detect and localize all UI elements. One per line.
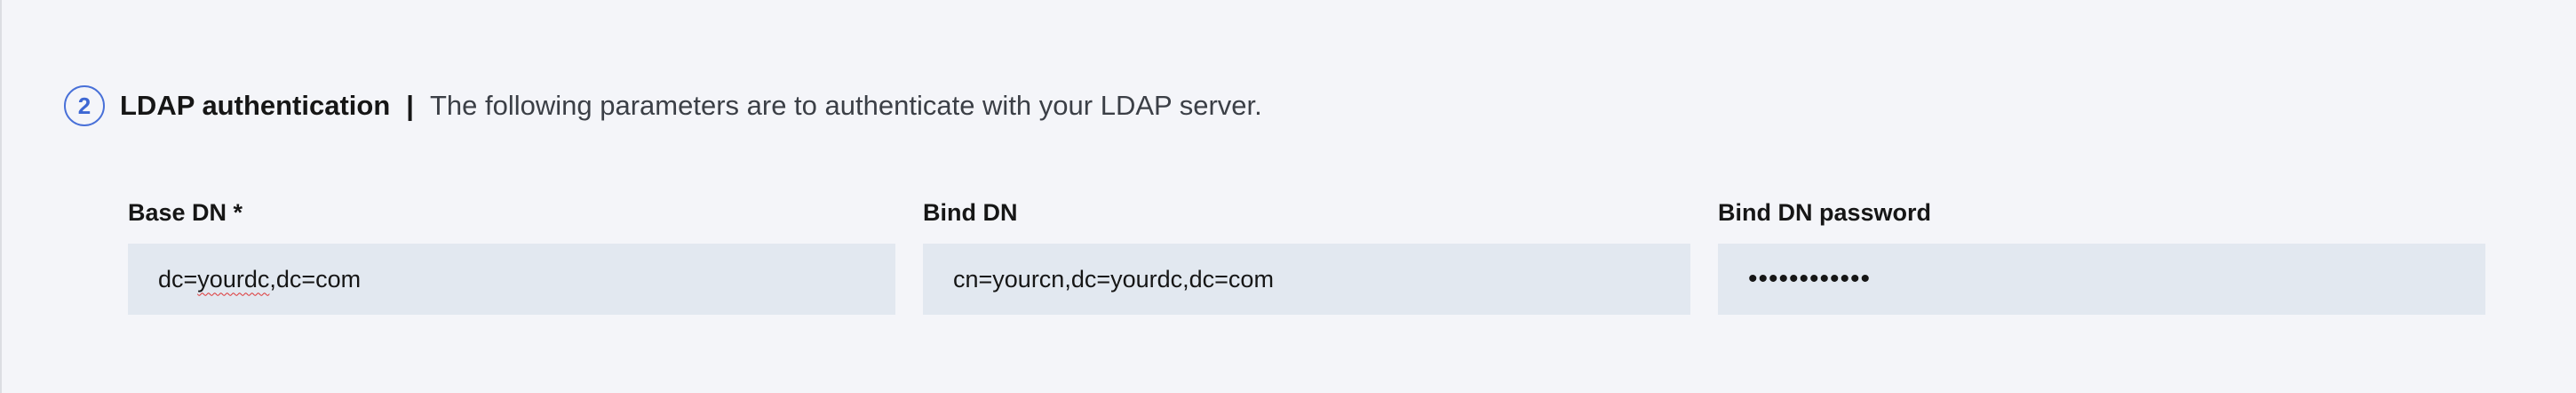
bind-dn-value: cn=yourcn,dc=yourdc,dc=com — [953, 265, 1274, 293]
base-dn-field: Base DN * dc= yourdc ,dc=com — [128, 197, 895, 315]
base-dn-value-suffix: ,dc=com — [269, 265, 362, 293]
section-separator: | — [406, 90, 414, 121]
base-dn-input[interactable]: dc= yourdc ,dc=com — [128, 244, 895, 315]
section-title: LDAP authentication — [120, 90, 391, 121]
bind-dn-label: Bind DN — [923, 199, 1018, 226]
section-description: The following parameters are to authenti… — [429, 90, 1262, 121]
base-dn-value-flagged: yourdc — [197, 265, 270, 293]
bind-dn-password-value: •••••••••••• — [1748, 264, 1872, 293]
bind-dn-password-input[interactable]: •••••••••••• — [1718, 244, 2485, 315]
ldap-settings-panel: 2 LDAP authentication | The following pa… — [0, 0, 2576, 393]
bind-dn-password-label: Bind DN password — [1718, 199, 1932, 226]
bind-dn-input[interactable]: cn=yourcn,dc=yourdc,dc=com — [923, 244, 1690, 315]
step-number-badge: 2 — [64, 85, 105, 126]
bind-dn-password-field: Bind DN password •••••••••••• — [1718, 197, 2485, 315]
step-number: 2 — [77, 92, 91, 119]
base-dn-value-prefix: dc= — [158, 265, 198, 293]
base-dn-label: Base DN * — [128, 199, 243, 226]
bind-dn-field: Bind DN cn=yourcn,dc=yourdc,dc=com — [923, 197, 1690, 315]
section-header: 2 LDAP authentication | The following pa… — [64, 83, 1262, 129]
